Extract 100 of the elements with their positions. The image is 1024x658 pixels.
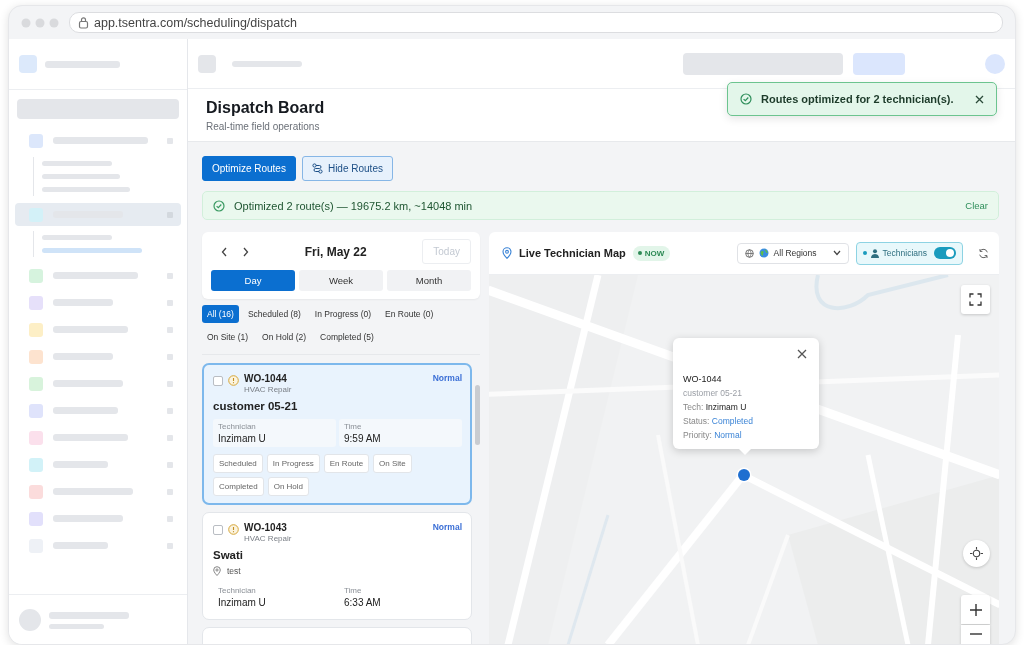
page-subtitle: Real-time field operations [206, 121, 321, 132]
nav-subitem[interactable] [42, 174, 120, 179]
globe-icon [744, 248, 754, 258]
placeholder-icon [167, 407, 173, 414]
logo-placeholder [19, 55, 37, 73]
status-button[interactable]: On Hold [267, 477, 310, 496]
work-order-card[interactable]: WO-1043 HVAC Repair Normal Swati test Technician Inzimam U Time 6:33 AM [202, 512, 472, 620]
filter-chip[interactable]: On Hold (2) [257, 328, 312, 346]
detail-value: Inzimam U [705, 402, 747, 412]
status-button[interactable]: In Progress [266, 454, 320, 473]
field-value: Inzimam U [218, 597, 267, 608]
field-label: Time [344, 586, 363, 595]
fullscreen-icon [969, 293, 982, 306]
filter-chip[interactable]: En Route (0) [380, 305, 439, 323]
detail-label: Status: [683, 416, 711, 426]
placeholder-icon [167, 353, 173, 360]
detail-label: Tech: [683, 402, 705, 412]
page-title: Dispatch Board [206, 99, 325, 117]
filter-chip[interactable]: All (16) [202, 305, 239, 323]
nav-subitem[interactable] [42, 161, 112, 166]
plus-icon [969, 603, 982, 616]
pin-icon [213, 566, 221, 576]
work-order-card[interactable]: WO-1044 HVAC Repair Normal customer 05-21 Technician Inzimam U Time 9:59 AM Scheduled In Progress En Route On Site Completed On Hold [202, 363, 472, 505]
marker-icon [736, 467, 752, 483]
window-controls-icon [21, 17, 61, 28]
nav-subitem[interactable] [42, 235, 112, 240]
placeholder-icon [167, 515, 173, 522]
work-order-id: WO-1043 [244, 522, 288, 533]
filter-chip[interactable]: Scheduled (8) [242, 305, 306, 323]
hide-routes-button[interactable]: Hide Routes [301, 156, 393, 181]
work-order-id: WO-1044 [244, 373, 288, 384]
detail-label: Priority: [683, 430, 713, 440]
field-label: Technician [218, 422, 257, 431]
clear-link[interactable]: Clear [965, 200, 988, 211]
close-icon[interactable] [797, 349, 807, 359]
scrollbar[interactable] [475, 385, 480, 445]
status-button[interactable]: Scheduled [213, 454, 263, 473]
route-icon [311, 163, 323, 174]
warning-icon [228, 524, 239, 535]
lock-icon [78, 16, 89, 29]
placeholder-icon [167, 137, 173, 144]
placeholder-icon [167, 299, 173, 306]
filter-chip[interactable]: In Progress (0) [309, 305, 377, 323]
minus-icon [969, 633, 982, 635]
checkbox[interactable] [213, 525, 223, 535]
filter-chip[interactable]: Completed (5) [315, 328, 379, 346]
chevron-down-icon [832, 250, 841, 256]
detail-value: Normal [714, 430, 742, 440]
avatar [19, 609, 41, 631]
chevron-left-icon[interactable] [221, 246, 228, 257]
region-dropdown[interactable]: All Regions [736, 242, 849, 264]
close-icon[interactable] [975, 94, 984, 104]
view-tab[interactable]: Month [387, 270, 471, 291]
nav-item[interactable] [15, 203, 181, 226]
field-label: Technician [218, 586, 257, 595]
person-icon [870, 248, 879, 258]
nav-subitem[interactable] [42, 248, 142, 253]
earth-icon [758, 248, 769, 258]
crosshair-icon [970, 547, 983, 560]
filter-chip[interactable]: On Site (1) [202, 328, 254, 346]
location-text: test [227, 566, 241, 576]
view-tab[interactable]: Week [299, 270, 383, 291]
detail-value: Completed [711, 416, 753, 426]
field-value: 9:59 AM [344, 433, 382, 444]
toast-message: Routes optimized for 2 technician(s). [761, 93, 955, 105]
current-date: Fri, May 22 [303, 244, 368, 259]
status-button[interactable]: En Route [323, 454, 370, 473]
placeholder-icon [167, 488, 173, 495]
status-button[interactable]: On Site [373, 454, 412, 473]
checkbox[interactable] [213, 376, 223, 386]
address-bar[interactable]: app.tsentra.com/scheduling/dispatch [69, 12, 1003, 33]
chevron-right-icon[interactable] [242, 246, 249, 257]
placeholder-bar [232, 60, 302, 67]
customer-name: customer 05-21 [213, 400, 299, 412]
warning-icon [228, 375, 239, 386]
status-button[interactable]: Completed [213, 477, 264, 496]
placeholder-icon [167, 434, 173, 441]
field-value: Inzimam U [218, 433, 267, 444]
placeholder-icon [167, 272, 173, 279]
placeholder-bar [49, 623, 104, 629]
priority-label: Normal [432, 373, 462, 383]
refresh-icon[interactable] [978, 247, 989, 259]
popup-title: WO-1044 [683, 374, 723, 384]
pin-icon [502, 247, 512, 259]
work-order-type: HVAC Repair [244, 534, 293, 543]
nav-subitem[interactable] [42, 187, 130, 192]
placeholder-icon [167, 461, 173, 468]
avatar [985, 53, 1005, 74]
toggle-switch[interactable] [934, 247, 956, 259]
check-circle-icon [740, 93, 752, 105]
view-tab[interactable]: Day [211, 270, 295, 291]
field-value: 6:33 AM [344, 597, 382, 608]
technicians-toggle[interactable]: Technicians [855, 241, 963, 265]
fullscreen-button[interactable] [961, 285, 990, 314]
zoom-in-button[interactable] [961, 595, 990, 624]
placeholder-icon [167, 326, 173, 333]
live-badge: NOW [632, 245, 671, 261]
optimize-routes-button[interactable]: Optimize Routes [202, 156, 296, 181]
work-order-type: HVAC Repair [244, 385, 293, 394]
map-title: Live Technician Map [519, 247, 626, 259]
